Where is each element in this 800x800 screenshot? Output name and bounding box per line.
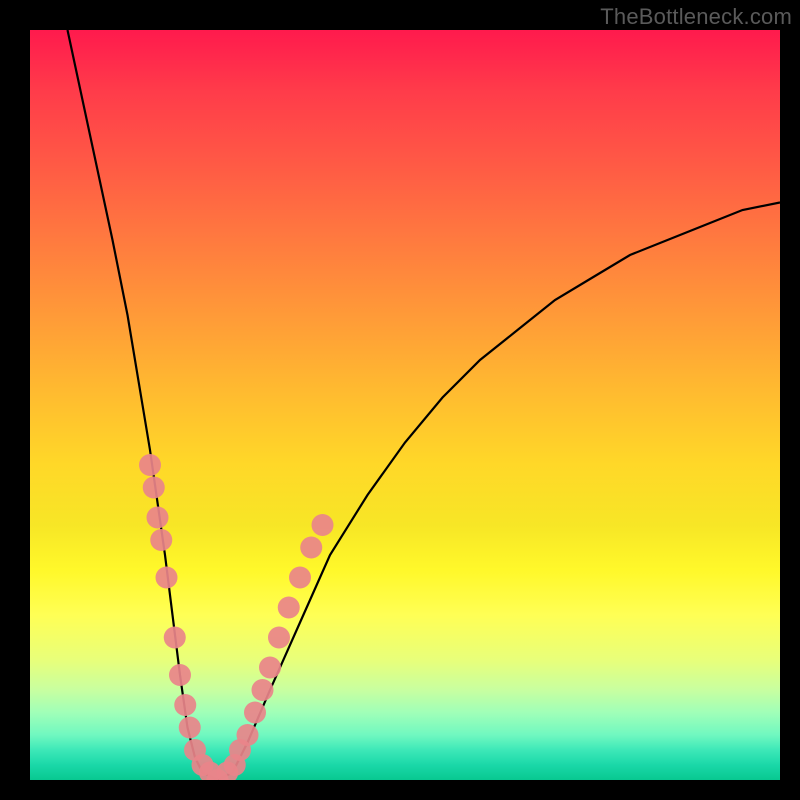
plot-area [30,30,780,780]
data-marker [179,717,201,739]
data-marker [252,679,274,701]
chart-frame: TheBottleneck.com [0,0,800,800]
data-marker [139,454,161,476]
data-marker [300,537,322,559]
data-marker [164,627,186,649]
data-marker [278,597,300,619]
data-marker [169,664,191,686]
data-marker [268,627,290,649]
watermark-text: TheBottleneck.com [600,4,792,30]
data-marker [237,724,259,746]
data-marker [289,567,311,589]
data-marker [244,702,266,724]
data-marker [143,477,165,499]
data-marker [174,694,196,716]
marker-layer [139,454,334,780]
data-marker [312,514,334,536]
data-marker [259,657,281,679]
data-marker [147,507,169,529]
data-marker [150,529,172,551]
data-marker [156,567,178,589]
chart-svg [30,30,780,780]
